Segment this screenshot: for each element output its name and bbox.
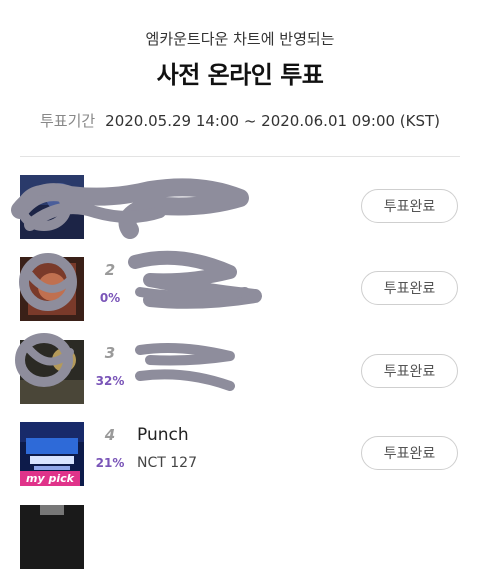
page-title: 사전 온라인 투표 [156,61,324,89]
vote-period-label: 투표기간 [39,112,96,130]
divider [20,156,460,157]
list-item: 3 32% 투표완료 [0,340,480,410]
vote-complete-button[interactable]: 투표완료 [361,189,458,223]
list-item [0,505,480,575]
vote-complete-button[interactable]: 투표완료 [361,436,458,470]
vote-percent: 0% [99,209,121,223]
vote-period: 투표기간 2020.05.29 14:00 ~ 2020.06.01 09:00 … [0,110,480,131]
rank-number: 4 [104,426,116,444]
rank-number: 3 [104,344,116,362]
vote-subtitle: 엠카운트다운 차트에 반영되는 [145,30,335,48]
vote-period-value: 2020.05.29 14:00 ~ 2020.06.01 09:00 (KST… [105,112,441,130]
vote-percent: 21% [95,456,125,470]
album-thumbnail [20,257,84,321]
vote-complete-button[interactable]: 투표완료 [361,271,458,305]
list-item: my pick 4 21% Punch NCT 127 투표완료 [0,422,480,492]
vote-percent: 0% [99,291,121,305]
album-thumbnail: my pick [20,422,84,486]
vote-percent: 32% [95,374,125,388]
artist-name: NCT 127 [137,455,197,471]
list-item: 0% 투표완료 [0,175,480,245]
rank-number: 2 [104,261,116,279]
album-thumbnail [20,340,84,404]
vote-complete-button[interactable]: 투표완료 [361,354,458,388]
album-thumbnail [20,175,84,239]
my-pick-badge: my pick [20,471,80,486]
song-title: Punch [137,425,189,445]
list-item: 2 0% 투표완료 [0,257,480,327]
